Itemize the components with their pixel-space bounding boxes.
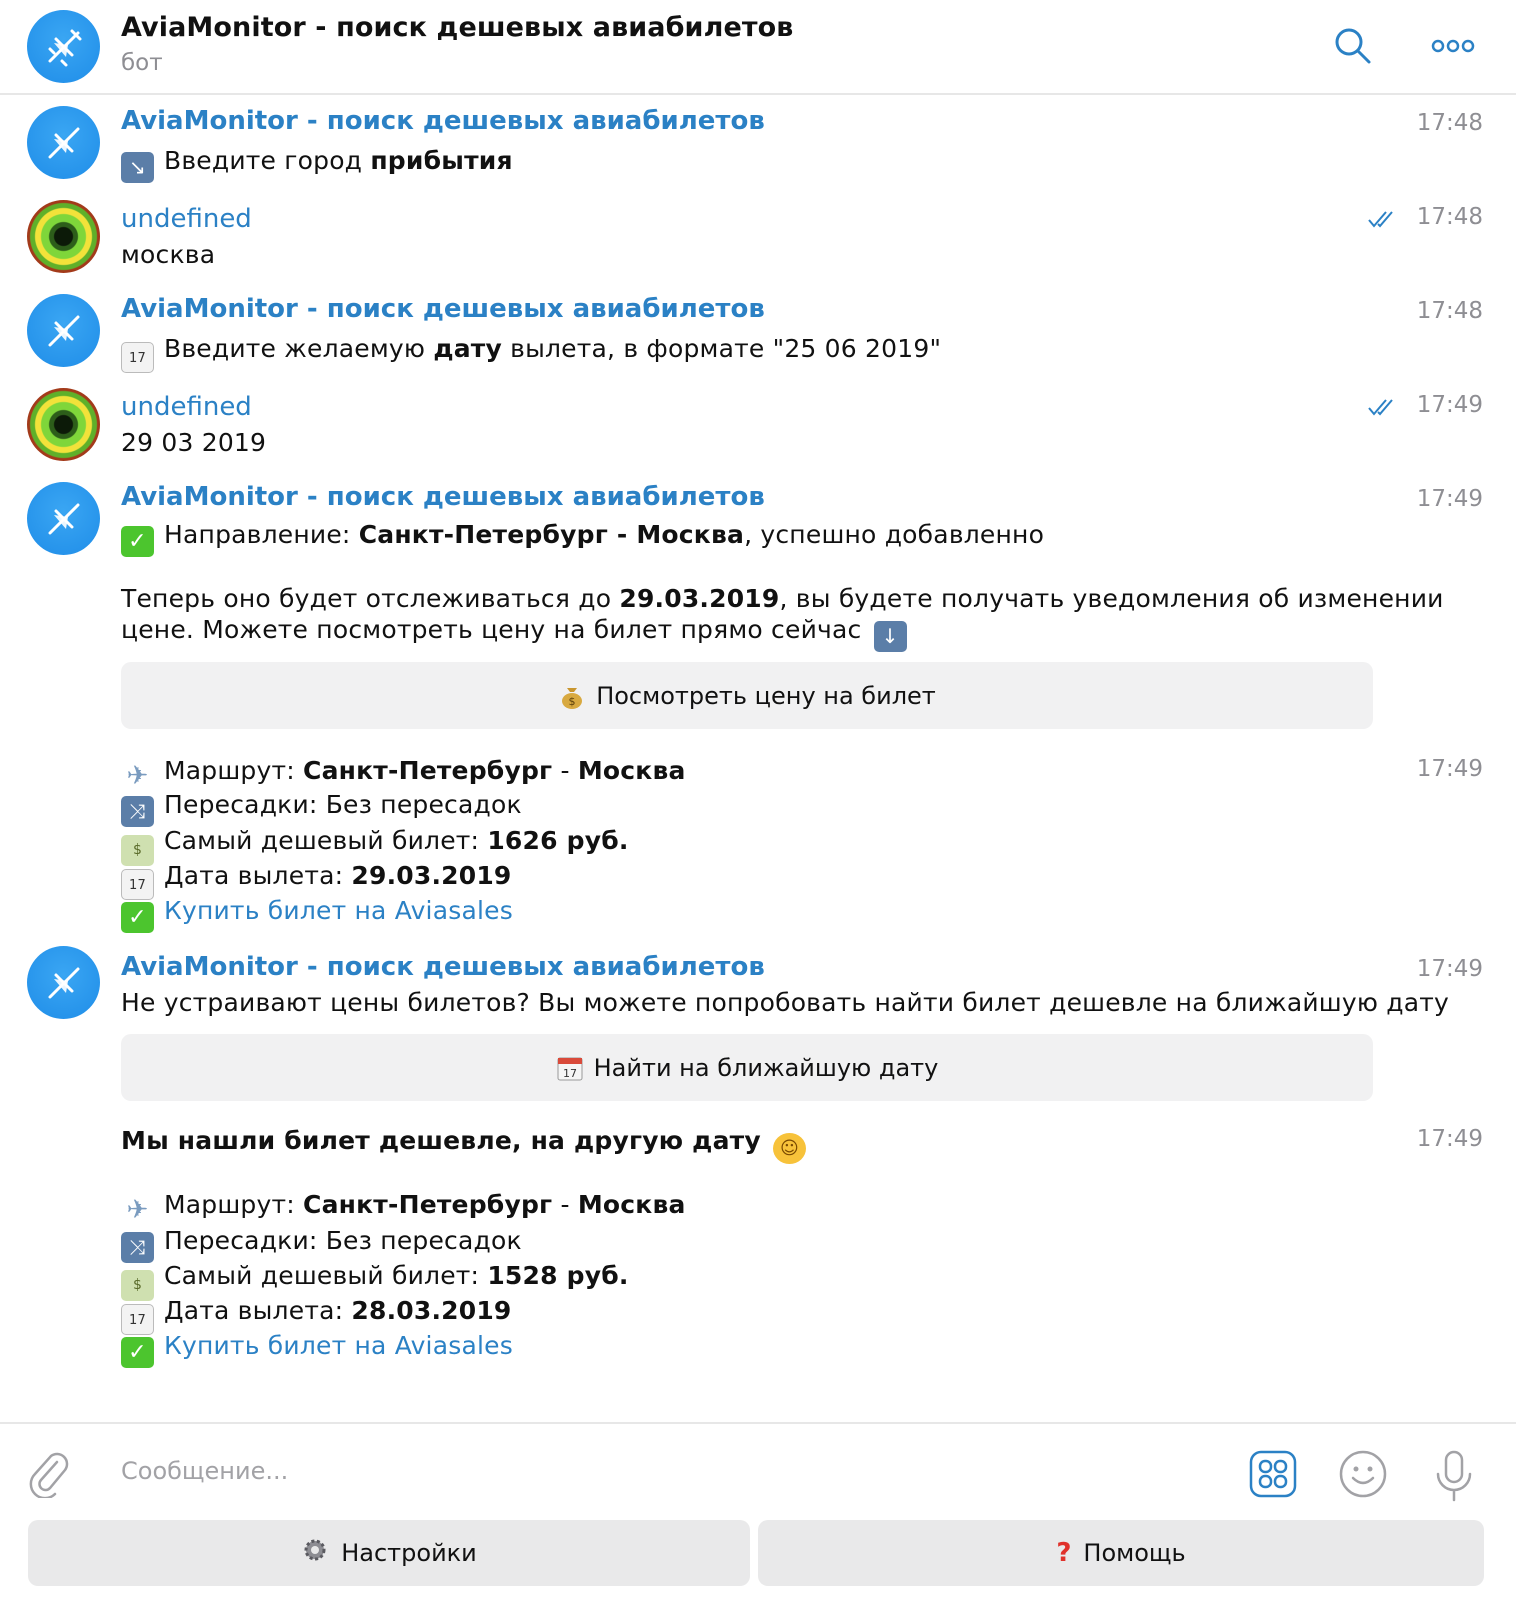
message-time: 17:48 (1416, 110, 1483, 136)
message-bot: AviaMonitor - поиск дешевых авиабилетов … (0, 472, 1516, 740)
bot-avatar[interactable] (27, 106, 100, 179)
headline-line: Мы нашли билет дешевле, на другую дату ☺ (121, 1126, 816, 1164)
read-checkmarks-icon (1368, 399, 1393, 416)
message-time: 17:49 (1416, 1126, 1483, 1152)
view-price-button[interactable]: $ Посмотреть цену на билет (121, 662, 1373, 729)
check-mark-icon: ✓ (121, 1337, 154, 1368)
message-bot-ticket: 17:49 ✈ Маршрут: Санкт-Петербург - Москва… (0, 740, 1516, 936)
message-bot-ticket: 17:49 Мы нашли билет дешевле, на другую … (0, 1110, 1516, 1380)
check-mark-icon: ✓ (121, 526, 154, 557)
date-line: 17 Дата вылета: 28.03.2019 (121, 1296, 512, 1335)
chat-subtitle: бот (121, 50, 163, 76)
message-input[interactable] (121, 1448, 1121, 1494)
airplane-icon (48, 967, 79, 998)
paperclip-icon[interactable] (27, 1450, 71, 1500)
bot-avatar[interactable] (27, 10, 100, 83)
chat-header: AviaMonitor - поиск дешевых авиабилетов … (0, 0, 1516, 95)
svg-text:17: 17 (563, 1067, 577, 1080)
message-sender[interactable]: AviaMonitor - поиск дешевых авиабилетов (121, 952, 765, 982)
message-sender[interactable]: undefined (121, 204, 252, 234)
chat-title: AviaMonitor - поиск дешевых авиабилетов (121, 12, 794, 43)
check-mark-icon: ✓ (121, 902, 154, 933)
shuffle-icon: ⤨ (121, 796, 154, 827)
route-line: ✈ Маршрут: Санкт-Петербург - Москва (121, 1190, 686, 1226)
bot-keyboard-icon[interactable] (1249, 1450, 1297, 1498)
calendar-icon: 17 (121, 342, 154, 373)
message-text: Не устраивают цены билетов? Вы можете по… (121, 988, 1450, 1017)
airplane-icon: ✈ (126, 1195, 149, 1225)
message-sender[interactable]: undefined (121, 392, 252, 422)
more-options-icon[interactable] (1431, 36, 1475, 56)
message-text: 17 Введите желаемую дату вылета, в формат… (121, 334, 941, 373)
buy-line: ✓ Купить билет на Aviasales (121, 896, 513, 933)
message-bot: AviaMonitor - поиск дешевых авиабилетов … (0, 96, 1516, 190)
date-line: 17 Дата вылета: 29.03.2019 (121, 861, 512, 900)
message-time: 17:49 (1416, 956, 1483, 982)
price-line: $ Самый дешевый билет: 1528 руб. (121, 1261, 629, 1301)
airplane-icon (48, 29, 81, 66)
message-time: 17:49 (1416, 392, 1483, 418)
price-line: $ Самый дешевый билет: 1626 руб. (121, 826, 629, 866)
arrow-down-right-icon: ↘ (121, 152, 154, 183)
message-time: 17:49 (1416, 486, 1483, 512)
bot-avatar[interactable] (27, 482, 100, 555)
message-sender[interactable]: AviaMonitor - поиск дешевых авиабилетов (121, 482, 765, 512)
composer: Настройки ? Помощь (0, 1422, 1516, 1606)
airplane-icon (48, 503, 79, 534)
gear-icon (301, 1536, 329, 1570)
message-time: 17:49 (1416, 756, 1483, 782)
read-checkmarks-icon (1368, 211, 1393, 228)
message-text: москва (121, 240, 216, 269)
transfers-line: ⤨ Пересадки: Без пересадок (121, 1226, 522, 1263)
message-user: undefined 17:49 29 03 2019 (0, 378, 1516, 472)
message-user: undefined 17:48 москва (0, 190, 1516, 284)
message-sender[interactable]: AviaMonitor - поиск дешевых авиабилетов (121, 294, 765, 324)
microphone-icon[interactable] (1434, 1450, 1474, 1502)
buy-line: ✓ Купить билет на Aviasales (121, 1331, 513, 1368)
message-text-line: цене. Можете посмотреть цену на билет пр… (121, 615, 917, 652)
bot-avatar[interactable] (27, 946, 100, 1019)
message-time: 17:48 (1416, 204, 1483, 230)
airplane-icon: ✈ (126, 761, 149, 791)
message-time: 17:48 (1416, 298, 1483, 324)
svg-text:$: $ (569, 695, 576, 708)
buy-ticket-link[interactable]: Купить билет на Aviasales (164, 896, 513, 925)
shuffle-icon: ⤨ (121, 1232, 154, 1263)
message-sender[interactable]: AviaMonitor - поиск дешевых авиабилетов (121, 106, 765, 136)
message-text-line: Теперь оно будет отслеживаться до 29.03.… (121, 584, 1444, 613)
airplane-icon (48, 127, 79, 158)
user-avatar[interactable] (27, 200, 100, 273)
route-line: ✈ Маршрут: Санкт-Петербург - Москва (121, 756, 686, 792)
transfers-line: ⤨ Пересадки: Без пересадок (121, 790, 522, 827)
help-button[interactable]: ? Помощь (758, 1520, 1484, 1586)
user-avatar[interactable] (27, 388, 100, 461)
emoji-icon[interactable] (1339, 1450, 1387, 1498)
message-bot: AviaMonitor - поиск дешевых авиабилетов … (0, 936, 1516, 1104)
money-bag-icon: $ (558, 682, 586, 710)
find-nearest-date-button[interactable]: 17 Найти на ближайшую дату (121, 1034, 1373, 1101)
message-text: ↘ Введите город прибытия (121, 146, 513, 183)
question-mark-icon: ? (1056, 1538, 1072, 1568)
buy-ticket-link[interactable]: Купить билет на Aviasales (164, 1331, 513, 1360)
smiling-face-icon: ☺ (772, 1133, 806, 1164)
message-text: 29 03 2019 (121, 428, 267, 457)
message-text-line: ✓ Направление: Санкт-Петербург - Москва, … (121, 520, 1044, 557)
settings-button[interactable]: Настройки (28, 1520, 750, 1586)
arrow-down-icon: ↓ (873, 621, 907, 652)
message-bot: AviaMonitor - поиск дешевых авиабилетов … (0, 284, 1516, 378)
airplane-icon (48, 315, 79, 346)
search-icon[interactable] (1333, 26, 1373, 66)
calendar-icon: 17 (556, 1054, 584, 1082)
bot-avatar[interactable] (27, 294, 100, 367)
